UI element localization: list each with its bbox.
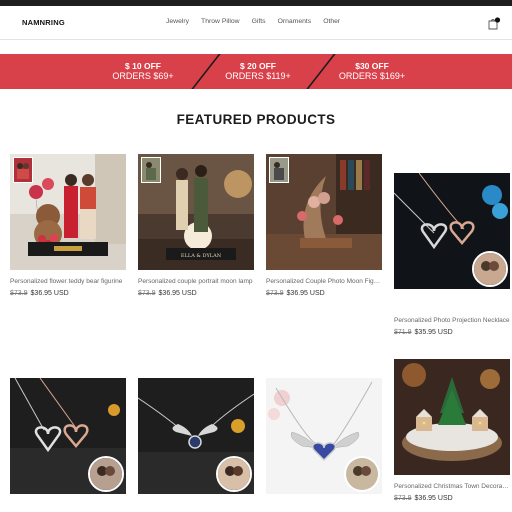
product-price: $73.9 $36.95 USD [394, 495, 453, 502]
nav-item-jewelry[interactable]: Jewelry [166, 18, 189, 25]
product-price: $73.9 $36.95 USD [10, 290, 69, 297]
product-name[interactable]: Personalized Couple Photo Moon Figurine [266, 278, 382, 285]
thumbnail-photo [141, 157, 161, 183]
promo-tier-1[interactable]: $ 10 OFF ORDERS $69+ [88, 61, 198, 81]
promo-off-1: $ 10 OFF [125, 61, 161, 71]
customer-photo [216, 456, 252, 492]
sale-price: $36.95 USD [414, 495, 453, 502]
product-image[interactable] [10, 154, 126, 270]
old-price: $73.9 [10, 290, 28, 297]
product-image[interactable] [138, 378, 254, 494]
nav-item-ornaments[interactable]: Ornaments [278, 18, 312, 25]
product-image[interactable] [266, 378, 382, 494]
site-header: NAMNRING Jewelry Throw Pillow Gifts Orna… [0, 6, 512, 40]
promo-orders-1: ORDERS $69+ [112, 71, 174, 81]
promo-off-2: $ 20 OFF [240, 61, 276, 71]
product-image[interactable] [10, 378, 126, 494]
promo-orders-2: ORDERS $119+ [225, 71, 291, 81]
customer-photo [472, 251, 508, 287]
product-image[interactable] [394, 173, 510, 289]
sale-price: $36.95 USD [30, 290, 69, 297]
product-image[interactable] [266, 154, 382, 270]
old-price: $71.9 [394, 329, 412, 336]
sale-price: $36.95 USD [158, 290, 197, 297]
main-nav: Jewelry Throw Pillow Gifts Ornaments Oth… [166, 18, 340, 25]
promo-off-3: $30 OFF [355, 61, 389, 71]
promo-tier-3[interactable]: $30 OFF ORDERS $169+ [317, 61, 427, 81]
thumbnail-photo [269, 157, 289, 183]
brand-logo[interactable]: NAMNRING [22, 18, 65, 27]
thumbnail-photo [13, 157, 33, 183]
section-title: FEATURED PRODUCTS [176, 112, 336, 127]
nav-item-throw-pillow[interactable]: Throw Pillow [201, 18, 240, 25]
old-price: $73.9 [394, 495, 412, 502]
cart-icon[interactable] [487, 17, 501, 31]
product-image[interactable]: ELLA & DYLAN [138, 154, 254, 270]
promo-banner: $ 10 OFF ORDERS $69+ $ 20 OFF ORDERS $11… [0, 54, 512, 89]
product-image[interactable] [394, 359, 510, 475]
old-price: $73.9 [266, 290, 284, 297]
product-name[interactable]: Personalized Christmas Town Decoration [394, 483, 510, 490]
product-name[interactable]: Personalized Photo Projection Necklace [394, 317, 510, 324]
product-name[interactable]: Personalized couple portrait moon lamp [138, 278, 254, 285]
product-price: $71.9 $35.95 USD [394, 329, 453, 336]
old-price: $73.9 [138, 290, 156, 297]
promo-tier-2[interactable]: $ 20 OFF ORDERS $119+ [203, 61, 313, 81]
promo-orders-3: ORDERS $169+ [338, 71, 406, 81]
nav-item-gifts[interactable]: Gifts [252, 18, 266, 25]
sale-price: $36.95 USD [286, 290, 325, 297]
sale-price: $35.95 USD [414, 329, 453, 336]
nav-item-other[interactable]: Other [323, 18, 340, 25]
svg-text:ELLA & DYLAN: ELLA & DYLAN [181, 253, 222, 259]
customer-photo [88, 456, 124, 492]
product-price: $73.9 $36.95 USD [266, 290, 325, 297]
product-name[interactable]: Personalized flower teddy bear figurine [10, 278, 126, 285]
product-price: $73.9 $36.95 USD [138, 290, 197, 297]
customer-photo [344, 456, 380, 492]
